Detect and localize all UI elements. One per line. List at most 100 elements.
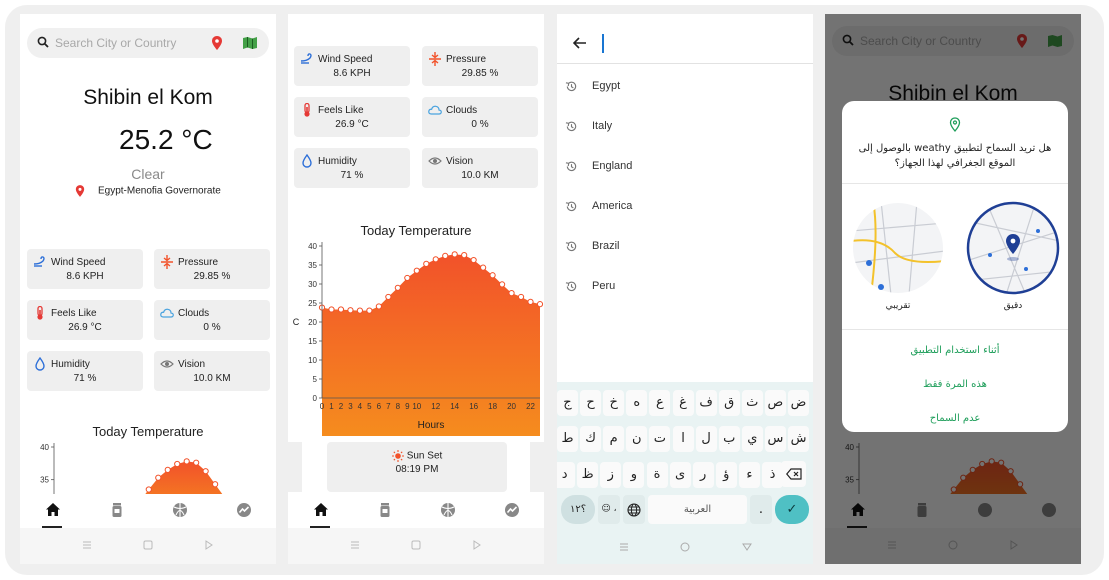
ball-icon[interactable] <box>440 502 456 518</box>
stat-value: 29.85 % <box>193 271 231 282</box>
approximate-location-option[interactable] <box>851 201 945 295</box>
stat-label: Humidity <box>318 156 357 167</box>
search-input-bar[interactable] <box>557 24 813 64</box>
x-tick-label: 14 <box>450 402 459 411</box>
history-item[interactable]: Italy <box>557 117 813 137</box>
backspace-key[interactable] <box>781 461 806 487</box>
keyboard-key[interactable]: ة <box>646 462 668 488</box>
next-card-peek[interactable] <box>530 442 544 492</box>
keyboard-key[interactable]: ذ <box>762 462 783 488</box>
temperature-point <box>432 256 439 263</box>
history-item[interactable]: England <box>557 157 813 177</box>
map-icon[interactable] <box>243 37 257 49</box>
search-bar[interactable]: Search City or Country <box>27 28 269 58</box>
keyboard-key[interactable]: ن <box>626 426 648 452</box>
keyboard-key[interactable]: ط <box>557 426 578 452</box>
y-tick-label: 5 <box>313 375 318 384</box>
history-icon <box>565 241 577 252</box>
emoji-key[interactable]: ☺ ، <box>598 495 620 524</box>
home-button-icon[interactable] <box>143 540 153 550</box>
sunset-label: Sun Set <box>406 450 443 462</box>
ball-icon[interactable] <box>172 502 188 518</box>
allow-once-button[interactable]: هذه المرة فقط <box>842 379 1068 390</box>
keyboard-key[interactable]: س <box>764 426 786 452</box>
keyboard-key[interactable]: ل <box>695 426 717 452</box>
temperature-point <box>356 307 364 314</box>
hide-keyboard-icon[interactable] <box>742 542 752 552</box>
keyboard-key[interactable]: د <box>557 462 576 488</box>
keyboard-key[interactable]: ه <box>626 390 648 416</box>
recents-icon[interactable] <box>619 542 629 552</box>
keyboard-key[interactable]: ء <box>738 462 760 488</box>
keyboard-key[interactable]: ز <box>600 462 622 488</box>
stat-label: Humidity <box>51 359 90 370</box>
keyboard-key[interactable]: ى <box>669 462 691 488</box>
keyboard-key[interactable]: ا <box>672 426 694 452</box>
enter-key[interactable]: ✓ <box>775 495 809 524</box>
history-item[interactable]: Brazil <box>557 237 813 257</box>
home-button-icon[interactable] <box>411 540 421 550</box>
stat-label: Feels Like <box>51 308 97 319</box>
history-item[interactable]: Peru <box>557 277 813 297</box>
keyboard-key[interactable]: ب <box>718 426 740 452</box>
trending-icon[interactable] <box>504 502 520 518</box>
jar-icon[interactable] <box>377 502 393 518</box>
jar-icon[interactable] <box>109 502 125 518</box>
keyboard-key[interactable]: ش <box>788 426 809 452</box>
x-tick-label: 1 <box>329 402 334 411</box>
numbers-key[interactable]: ؟١٢ <box>561 495 595 524</box>
y-tick-label: 10 <box>308 356 317 365</box>
allow-while-using-button[interactable]: أثناء استخدام التطبيق <box>842 345 1068 356</box>
prev-card-peek[interactable] <box>288 442 302 492</box>
keyboard-key[interactable]: ف <box>695 390 717 416</box>
period-key[interactable]: . <box>750 495 772 524</box>
keyboard-key[interactable]: ق <box>718 390 740 416</box>
x-tick-label: 9 <box>405 402 410 411</box>
stat-label: Vision <box>178 359 206 370</box>
keyboard-key[interactable]: غ <box>672 390 694 416</box>
temperature-point <box>155 474 162 481</box>
space-key[interactable]: العربية <box>648 495 747 524</box>
precise-location-option[interactable] <box>966 201 1060 295</box>
keyboard-key[interactable]: و <box>623 462 645 488</box>
back-arrow-icon[interactable] <box>573 37 587 49</box>
keyboard-key[interactable]: م <box>603 426 625 452</box>
location-row: Egypt-Menofia Governorate <box>20 185 276 197</box>
history-label: Brazil <box>592 240 620 252</box>
trending-icon[interactable] <box>236 502 252 518</box>
back-icon[interactable] <box>204 540 214 550</box>
keyboard-key[interactable]: ج <box>557 390 578 416</box>
temperature-point <box>347 307 354 314</box>
recents-icon[interactable] <box>350 540 360 550</box>
history-label: America <box>592 200 633 212</box>
keyboard-key[interactable]: خ <box>603 390 625 416</box>
history-item[interactable]: America <box>557 197 813 217</box>
home-button-icon[interactable] <box>680 542 690 552</box>
keyboard-key[interactable]: ي <box>741 426 763 452</box>
wind-icon <box>33 256 45 267</box>
deny-button[interactable]: عدم السماح <box>842 413 1068 424</box>
keyboard-key[interactable]: ح <box>580 390 602 416</box>
home-icon[interactable] <box>313 502 329 518</box>
home-icon[interactable] <box>45 502 61 518</box>
back-icon[interactable] <box>472 540 482 550</box>
keyboard-key[interactable]: ض <box>788 390 809 416</box>
location-permission-dialog: هل تريد السماح لتطبيق weathy بالوصول إلى… <box>842 101 1068 432</box>
keyboard-key[interactable]: ث <box>741 390 763 416</box>
keyboard-key[interactable]: ر <box>692 462 714 488</box>
history-item[interactable]: Egypt <box>557 77 813 97</box>
keyboard-key[interactable]: ع <box>649 390 671 416</box>
location-pin-icon[interactable] <box>211 36 223 50</box>
keyboard-key[interactable]: ظ <box>577 462 599 488</box>
keyboard-key[interactable]: ك <box>580 426 602 452</box>
stat-value: 26.9 °C <box>68 322 102 333</box>
keyboard-key[interactable]: ؤ <box>715 462 737 488</box>
keyboard-key[interactable]: ت <box>649 426 671 452</box>
temperature-chart: 05101520253035400 1 2 3 4 5 6 7 8 9 10 12 14 16 18 20 22… <box>293 242 544 436</box>
sunset-row: Sun Set <box>327 450 507 462</box>
moon-icon <box>86 134 94 149</box>
y-tick-label: 15 <box>308 337 317 346</box>
recents-icon[interactable] <box>82 540 92 550</box>
keyboard-key[interactable]: ص <box>764 390 786 416</box>
language-key[interactable] <box>623 495 645 524</box>
